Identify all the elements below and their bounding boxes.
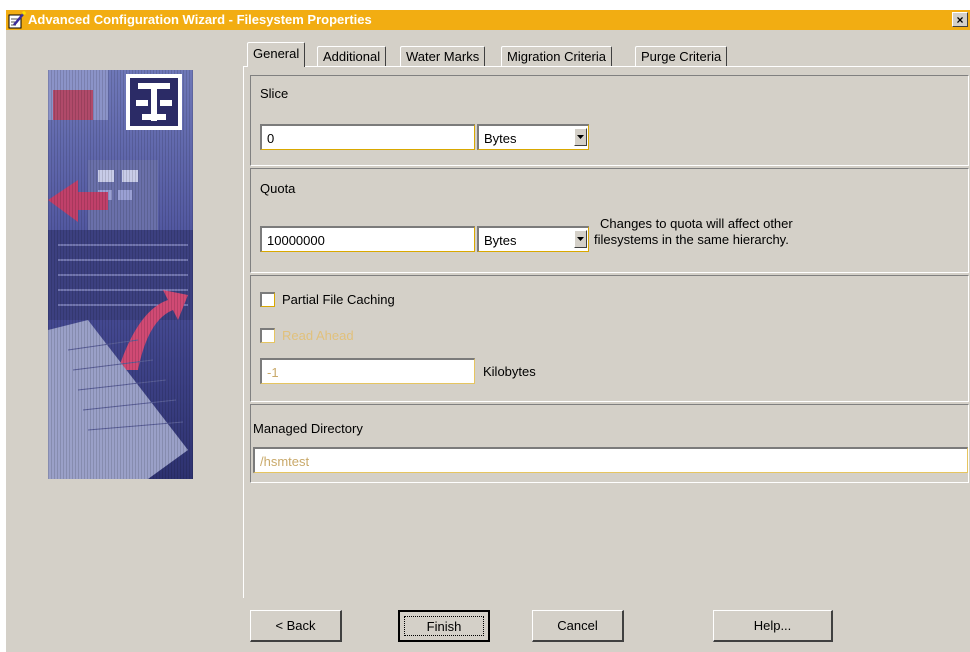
quota-unit-value: Bytes <box>484 233 517 248</box>
slice-unit-select[interactable]: Bytes <box>477 124 589 150</box>
finish-button-label: Finish <box>426 619 462 634</box>
tab-additional[interactable]: Additional <box>317 46 387 66</box>
kilobytes-label: Kilobytes <box>483 364 536 379</box>
quota-group: Quota 10000000 Bytes Changes to quota wi… <box>250 168 969 273</box>
quota-note-line1: Changes to quota will affect other <box>600 216 793 231</box>
read-ahead-label: Read Ahead <box>282 328 354 343</box>
partial-file-caching-label: Partial File Caching <box>282 292 395 307</box>
slice-label: Slice <box>260 86 289 101</box>
slice-unit-value: Bytes <box>484 131 517 146</box>
wizard-wand-icon <box>8 11 26 29</box>
quota-note-line2: filesystems in the same hierarchy. <box>594 232 789 247</box>
cancel-button[interactable]: Cancel <box>532 610 624 642</box>
back-button[interactable]: < Back <box>250 610 342 642</box>
chevron-down-icon[interactable] <box>574 230 587 248</box>
quota-input[interactable]: 10000000 <box>260 226 475 252</box>
slice-input[interactable]: 0 <box>260 124 475 150</box>
quota-unit-select[interactable]: Bytes <box>477 226 589 252</box>
general-tab-panel: Slice 0 Bytes Quota 10000000 Bytes Chang… <box>243 66 970 598</box>
quota-label: Quota <box>260 181 296 196</box>
title-bar[interactable]: Advanced Configuration Wizard - Filesyst… <box>6 10 970 30</box>
managed-directory-input[interactable]: /hsmtest <box>253 447 968 473</box>
managed-directory-label: Managed Directory <box>253 421 363 436</box>
read-ahead-input[interactable]: -1 <box>260 358 475 384</box>
managed-directory-group: Managed Directory /hsmtest <box>250 404 969 483</box>
tab-general[interactable]: General <box>247 42 306 67</box>
tab-migration-criteria[interactable]: Migration Criteria <box>501 46 612 66</box>
close-button[interactable]: × <box>952 12 968 27</box>
wizard-illustration <box>48 70 193 479</box>
tab-purge-criteria[interactable]: Purge Criteria <box>635 46 728 66</box>
tab-water-marks[interactable]: Water Marks <box>400 46 486 66</box>
window-title: Advanced Configuration Wizard - Filesyst… <box>28 12 372 27</box>
caching-group: Partial File Caching Read Ahead -1 Kilob… <box>250 275 969 402</box>
partial-file-caching-checkbox[interactable] <box>260 292 275 307</box>
slice-group: Slice 0 Bytes <box>250 75 969 166</box>
read-ahead-checkbox[interactable] <box>260 328 275 343</box>
help-button[interactable]: Help... <box>713 610 833 642</box>
chevron-down-icon[interactable] <box>574 128 587 146</box>
button-bar: < Back Finish Cancel Help... <box>243 598 970 652</box>
finish-button[interactable]: Finish <box>398 610 490 642</box>
wizard-window: Advanced Configuration Wizard - Filesyst… <box>6 10 970 652</box>
